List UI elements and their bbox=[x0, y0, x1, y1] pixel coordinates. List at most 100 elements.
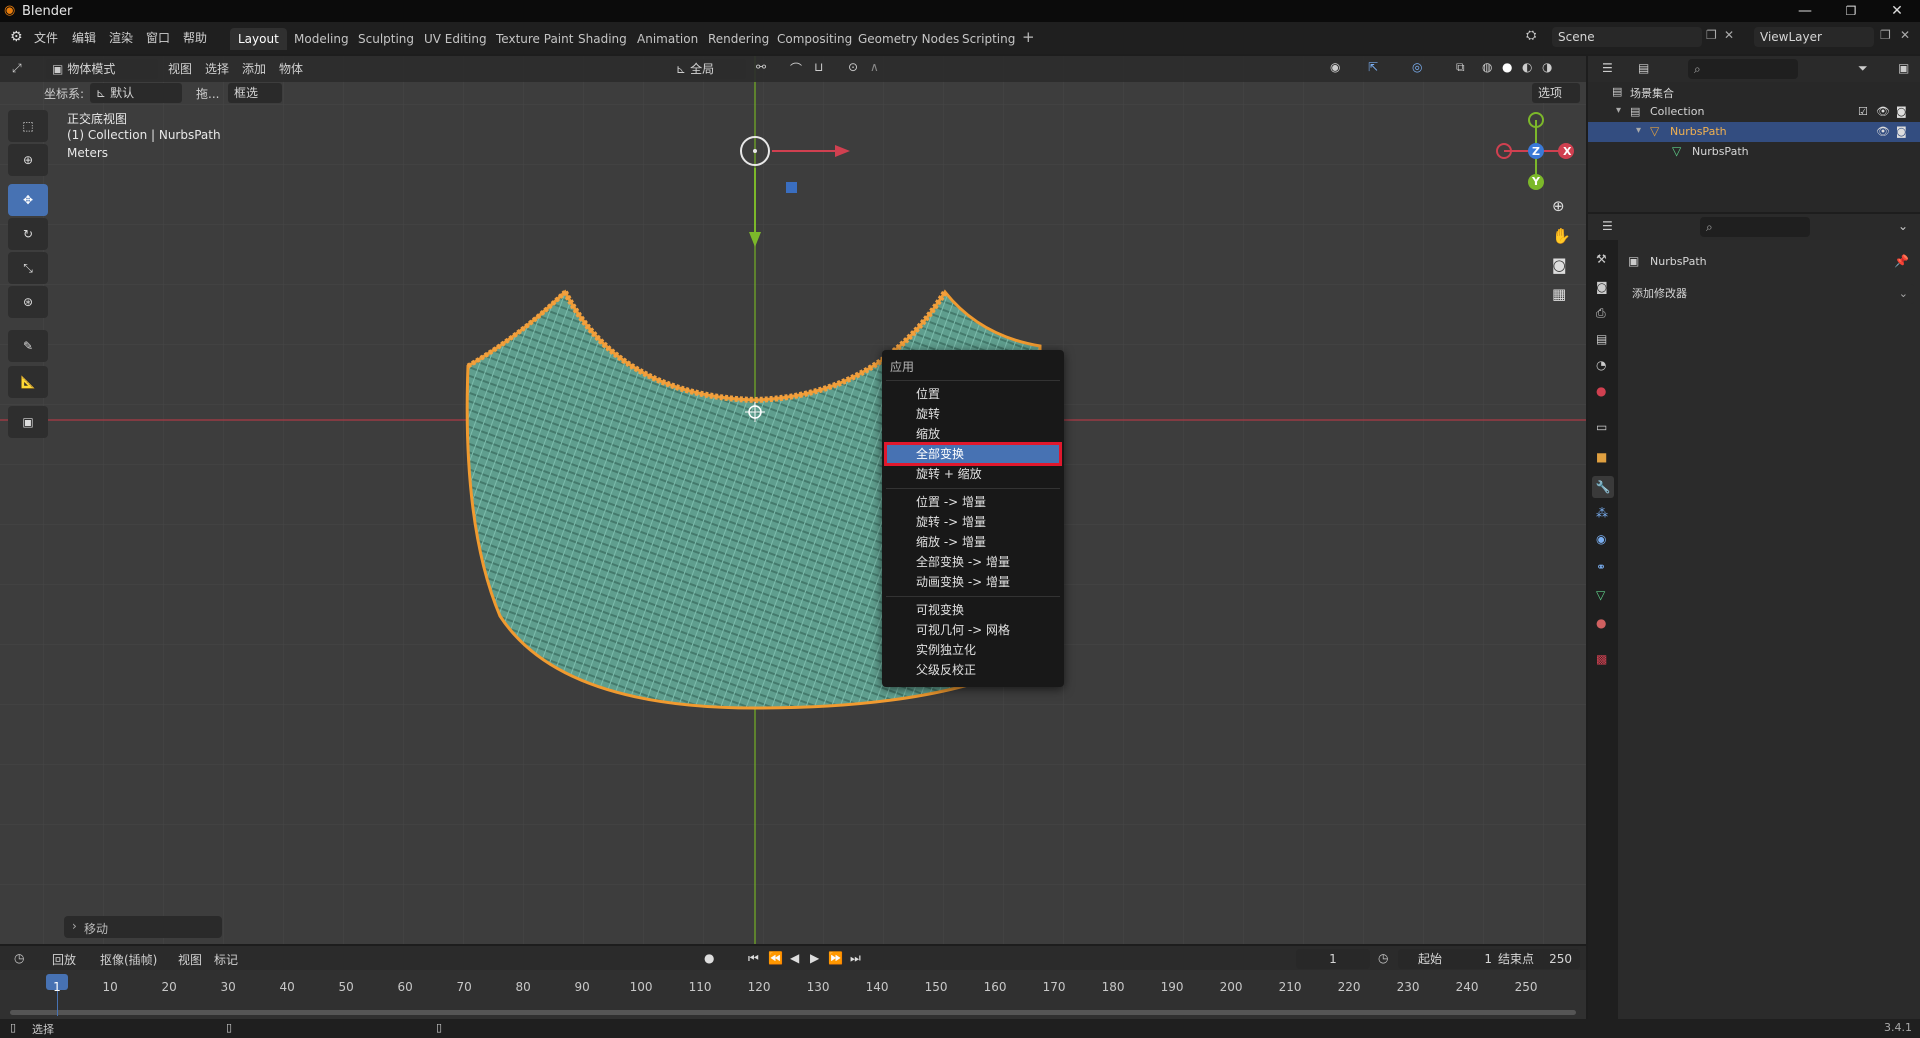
falloff-icon[interactable]: ∧ bbox=[870, 60, 879, 74]
menu-playback[interactable]: 回放 bbox=[52, 951, 76, 968]
wireframe-shading-icon[interactable]: ◍ bbox=[1482, 60, 1492, 74]
jump-end-icon[interactable]: ⏭ bbox=[850, 951, 861, 966]
tab-sculpting[interactable]: Sculpting bbox=[350, 28, 422, 50]
scale-to-deltas[interactable]: 缩放 -> 增量 bbox=[886, 532, 1060, 552]
physics-tab-icon[interactable]: ◉ bbox=[1596, 532, 1606, 546]
viewport-canvas[interactable] bbox=[0, 56, 1586, 944]
play-reverse-icon[interactable]: ◀ bbox=[790, 951, 799, 965]
xray-icon[interactable]: ⧉ bbox=[1456, 60, 1465, 75]
outliner-search-input[interactable]: ⌕ bbox=[1688, 59, 1798, 79]
menu-file[interactable]: 文件 bbox=[34, 28, 58, 48]
view-layer-field[interactable]: ViewLayer bbox=[1754, 27, 1874, 47]
outliner-editor-icon[interactable]: ☰ bbox=[1602, 61, 1613, 75]
outliner-row-nurbspath[interactable]: ▾ ▽ NurbsPath 👁 ◙ bbox=[1588, 122, 1920, 142]
3d-viewport[interactable]: X Y Z ⊕ ✋ ◙ ▦ bbox=[0, 56, 1586, 944]
tab-animation[interactable]: Animation bbox=[629, 28, 706, 50]
tab-compositing[interactable]: Compositing bbox=[769, 28, 860, 50]
visual-geometry-to-mesh[interactable]: 可视几何 -> 网格 bbox=[886, 620, 1060, 640]
new-collection-icon[interactable]: ▣ bbox=[1898, 61, 1909, 75]
tool-tab-icon[interactable]: ⚒ bbox=[1596, 252, 1607, 266]
apply-location[interactable]: 位置 bbox=[886, 384, 1060, 404]
snap-target-icon[interactable]: ⊔ bbox=[814, 60, 823, 74]
modifier-tab-icon[interactable]: 🔧 bbox=[1592, 476, 1614, 498]
scene-tab-icon[interactable]: ◔ bbox=[1596, 358, 1606, 372]
menu-view[interactable]: 视图 bbox=[178, 951, 202, 968]
cursor-tool[interactable]: ⊕ bbox=[8, 144, 48, 176]
outliner-row-collection[interactable]: ▾ ▤ Collection ☑ 👁 ◙ bbox=[1588, 102, 1920, 122]
all-transforms-to-deltas[interactable]: 全部变换 -> 增量 bbox=[886, 552, 1060, 572]
pan-hand-icon[interactable]: ✋ bbox=[1552, 227, 1571, 245]
properties-editor-icon[interactable]: ☰ bbox=[1602, 219, 1613, 233]
scene-icon[interactable]: ⛭ bbox=[1526, 28, 1536, 43]
location-to-deltas[interactable]: 位置 -> 增量 bbox=[886, 492, 1060, 512]
animated-transforms-to-deltas[interactable]: 动画变换 -> 增量 bbox=[886, 572, 1060, 592]
options-dropdown[interactable]: 选项 bbox=[1532, 83, 1580, 103]
minimize-button[interactable]: — bbox=[1782, 0, 1828, 22]
start-frame-field[interactable]: 起始 1 bbox=[1398, 949, 1500, 969]
tab-uv-editing[interactable]: UV Editing bbox=[416, 28, 495, 50]
view-layer-copy-icon[interactable]: ❐ bbox=[1880, 28, 1891, 42]
view-layer-remove-icon[interactable]: ✕ bbox=[1900, 28, 1910, 42]
display-mode-icon[interactable]: ▤ bbox=[1638, 61, 1649, 75]
menu-object[interactable]: 物体 bbox=[279, 60, 303, 77]
move-tool[interactable]: ✥ bbox=[8, 184, 48, 216]
menu-render[interactable]: 渲染 bbox=[109, 28, 133, 48]
particles-tab-icon[interactable]: ⁂ bbox=[1596, 506, 1608, 520]
rendered-shading-icon[interactable]: ◑ bbox=[1542, 60, 1552, 74]
snap-icon[interactable]: ⌒ bbox=[790, 60, 802, 77]
scene-remove-icon[interactable]: ✕ bbox=[1724, 28, 1734, 42]
output-tab-icon[interactable]: ⎙ bbox=[1596, 306, 1606, 321]
pin-icon[interactable]: 📌 bbox=[1894, 254, 1909, 268]
menu-view[interactable]: 视图 bbox=[168, 60, 192, 77]
add-modifier-dropdown[interactable]: 添加修改器 ⌄ bbox=[1626, 284, 1914, 304]
add-cube-tool[interactable]: ▣ bbox=[8, 406, 48, 438]
last-operator-panel[interactable]: › 移动 bbox=[64, 916, 222, 938]
overlay-toggle-icon[interactable]: ◎ bbox=[1412, 60, 1422, 74]
visual-transform[interactable]: 可视变换 bbox=[886, 600, 1060, 620]
eye-icon[interactable]: 👁 bbox=[1876, 125, 1890, 138]
end-frame-field[interactable]: 结束点 250 bbox=[1492, 949, 1580, 969]
timeline-editor-icon[interactable]: ◷ bbox=[14, 951, 24, 965]
apply-scale[interactable]: 缩放 bbox=[886, 424, 1060, 444]
gizmo-toggle-icon[interactable]: ⇱ bbox=[1368, 60, 1378, 74]
material-shading-icon[interactable]: ◐ bbox=[1522, 60, 1532, 74]
view-layer-tab-icon[interactable]: ▤ bbox=[1596, 332, 1607, 346]
ortho-grid-icon[interactable]: ▦ bbox=[1552, 285, 1566, 303]
texture-tab-icon[interactable]: ▩ bbox=[1596, 652, 1607, 666]
menu-select[interactable]: 选择 bbox=[205, 60, 229, 77]
scene-name-field[interactable]: Scene bbox=[1552, 27, 1702, 47]
tab-geometry-nodes[interactable]: Geometry Nodes bbox=[850, 28, 967, 50]
render-tab-icon[interactable]: ◙ bbox=[1596, 280, 1608, 294]
data-tab-icon[interactable]: ▽ bbox=[1596, 588, 1605, 602]
tab-texture-paint[interactable]: Texture Paint bbox=[488, 28, 581, 50]
timeline-scrollbar[interactable] bbox=[10, 1010, 1576, 1015]
annotate-tool[interactable]: ✎ bbox=[8, 330, 48, 362]
scale-tool[interactable]: ⤡ bbox=[8, 252, 48, 284]
camera-icon[interactable]: ◙ bbox=[1552, 256, 1567, 274]
menu-keying[interactable]: 抠像(插帧) bbox=[100, 951, 157, 968]
chevron-down-icon[interactable]: ⌄ bbox=[1898, 219, 1908, 233]
collection-tab-icon[interactable]: ▭ bbox=[1596, 420, 1607, 434]
play-icon[interactable]: ▶ bbox=[810, 951, 819, 965]
jump-start-icon[interactable]: ⏮ bbox=[748, 951, 759, 966]
transform-tool[interactable]: ⊛ bbox=[8, 286, 48, 318]
outliner-row-curve-data[interactable]: ▽ NurbsPath bbox=[1588, 142, 1920, 162]
tab-scripting[interactable]: Scripting bbox=[954, 28, 1023, 50]
editor-type-icon[interactable]: ⤢ bbox=[12, 61, 22, 76]
expand-chevron-icon[interactable]: ▾ bbox=[1636, 125, 1641, 136]
constraints-tab-icon[interactable]: ⚭ bbox=[1596, 560, 1606, 574]
tab-shading[interactable]: Shading bbox=[570, 28, 635, 50]
pivot-icon[interactable]: ⚯ bbox=[756, 60, 766, 74]
menu-window[interactable]: 窗口 bbox=[146, 28, 170, 48]
filter-icon[interactable]: ⏷ bbox=[1858, 61, 1868, 76]
prev-keyframe-icon[interactable]: ⏪ bbox=[768, 951, 783, 965]
camera-render-icon[interactable]: ◙ bbox=[1896, 105, 1907, 118]
scene-copy-icon[interactable]: ❐ bbox=[1706, 28, 1717, 42]
properties-search-input[interactable]: ⌕ bbox=[1700, 217, 1810, 237]
measure-tool[interactable]: 📐 bbox=[8, 366, 48, 398]
tab-layout[interactable]: Layout bbox=[230, 28, 287, 50]
checkbox-icon[interactable]: ☑ bbox=[1858, 105, 1868, 118]
zoom-icon[interactable]: ⊕ bbox=[1552, 197, 1565, 215]
visibility-icon[interactable]: ◉ bbox=[1330, 60, 1340, 74]
tab-modeling[interactable]: Modeling bbox=[286, 28, 357, 50]
